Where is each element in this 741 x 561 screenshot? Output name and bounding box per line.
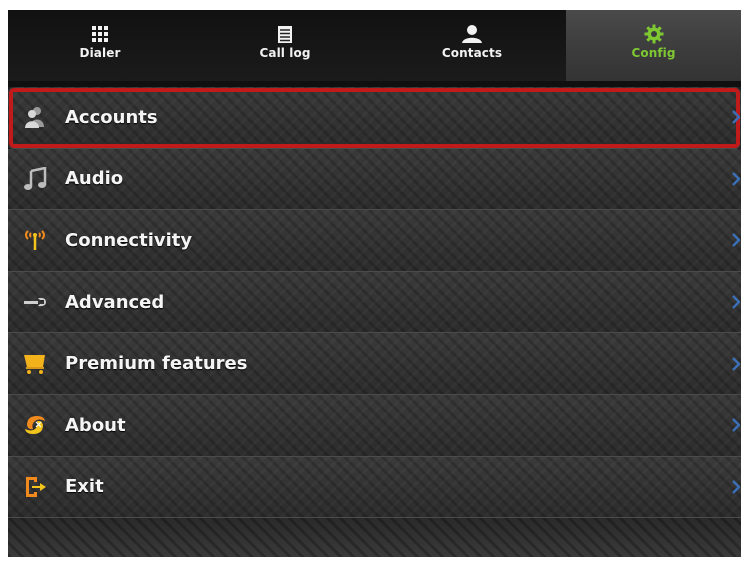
wrench-icon (22, 289, 48, 315)
menu-item-connectivity[interactable]: Connectivity (8, 210, 741, 272)
chevron-right-icon (731, 479, 741, 495)
tab-label: Call log (259, 46, 311, 60)
exit-icon (22, 474, 48, 500)
menu-item-accounts[interactable]: Accounts (8, 87, 741, 149)
chevron-right-icon (731, 417, 741, 433)
app-window: Dialer Call log Contacts Config Accounts… (8, 10, 741, 557)
chevron-right-icon (731, 171, 741, 187)
antenna-icon (22, 227, 48, 253)
tab-label: Dialer (79, 46, 121, 60)
keypad-icon (89, 24, 111, 44)
tab-label: Config (631, 46, 676, 60)
tab-call-log[interactable]: Call log (192, 10, 378, 81)
menu-item-audio[interactable]: Audio (8, 148, 741, 211)
menu-item-label: Exit (65, 476, 104, 498)
music-note-icon (22, 166, 48, 192)
about-icon (22, 412, 48, 438)
gear-icon (643, 24, 665, 44)
tab-contacts[interactable]: Contacts (378, 10, 566, 81)
chevron-right-icon (731, 232, 741, 248)
menu-item-about[interactable]: About (8, 394, 741, 457)
tab-bar: Dialer Call log Contacts Config (8, 10, 741, 81)
menu-item-label: Audio (65, 168, 124, 190)
tab-label: Contacts (441, 46, 503, 60)
menu-item-label: Premium features (65, 353, 248, 375)
menu-item-label: About (65, 414, 126, 436)
empty-list-area (8, 518, 741, 557)
tab-config[interactable]: Config (566, 10, 741, 81)
chevron-right-icon (731, 109, 741, 125)
menu-item-premium-features[interactable]: Premium features (8, 333, 741, 395)
tab-dialer[interactable]: Dialer (8, 10, 192, 81)
menu-item-exit[interactable]: Exit (8, 456, 741, 519)
chevron-right-icon (731, 294, 741, 310)
chevron-right-icon (731, 356, 741, 372)
menu-item-label: Connectivity (65, 229, 193, 251)
menu-item-label: Accounts (65, 106, 158, 128)
menu-item-advanced[interactable]: Advanced (8, 271, 741, 334)
list-icon (274, 24, 296, 44)
accounts-icon (22, 104, 48, 130)
cart-icon (22, 351, 48, 377)
config-menu: Accounts Audio Connectivity Advanced Pre… (8, 87, 741, 519)
menu-item-label: Advanced (65, 291, 165, 313)
person-icon (461, 24, 483, 44)
